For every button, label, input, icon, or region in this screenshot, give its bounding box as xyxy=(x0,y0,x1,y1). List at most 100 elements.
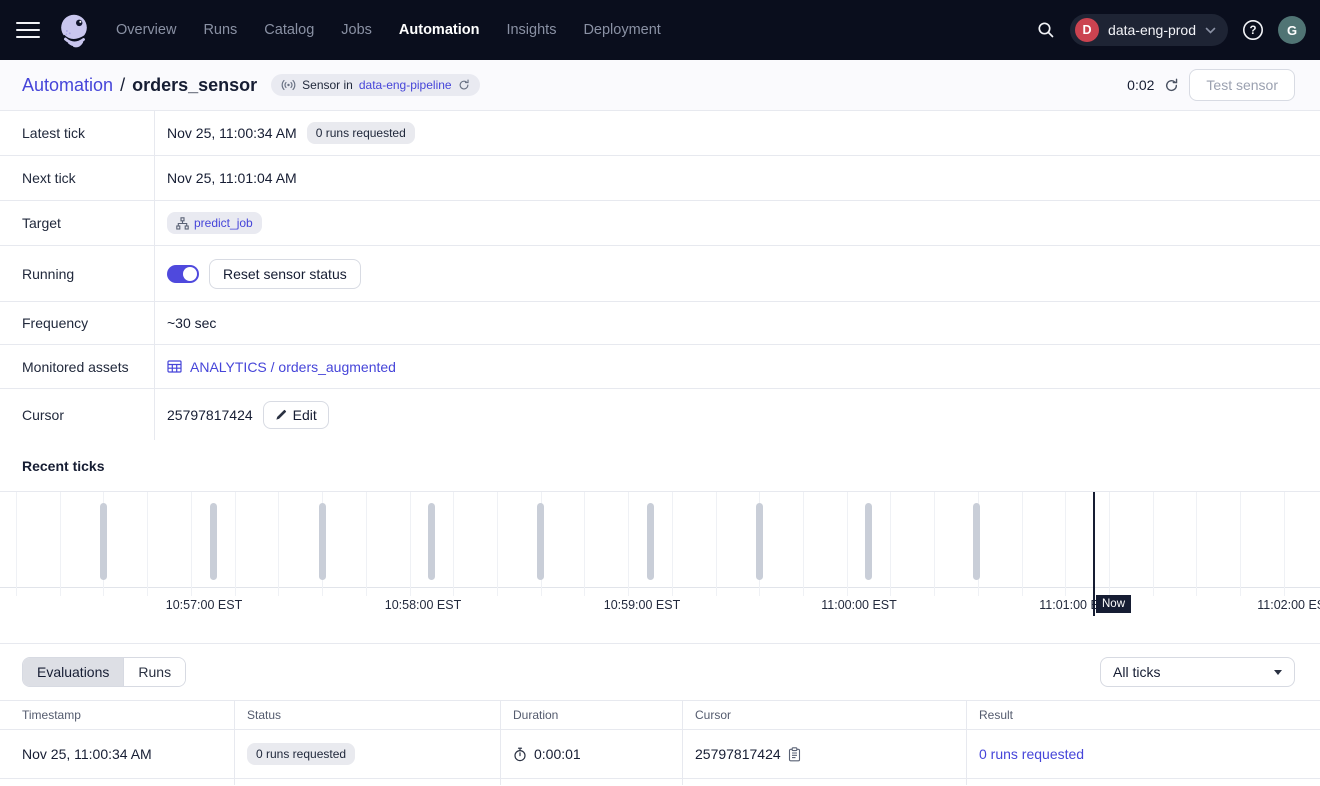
help-icon[interactable]: ? xyxy=(1241,18,1265,42)
now-badge: Now xyxy=(1096,595,1131,613)
recent-ticks-timeline: 10:57:00 EST10:58:00 EST10:59:00 EST11:0… xyxy=(0,492,1320,644)
chart-gridline xyxy=(1153,492,1154,596)
detail-label: Next tick xyxy=(0,156,155,200)
test-sensor-button[interactable]: Test sensor xyxy=(1189,69,1295,101)
detail-label: Running xyxy=(0,246,155,301)
chart-gridline xyxy=(1065,492,1066,596)
nav-item-jobs[interactable]: Jobs xyxy=(341,22,372,38)
chart-gridline xyxy=(847,492,848,596)
nav-item-overview[interactable]: Overview xyxy=(116,22,176,38)
topbar-right: D data-eng-prod ? G xyxy=(1035,14,1306,46)
running-toggle[interactable] xyxy=(167,265,199,283)
recent-ticks-heading: Recent ticks xyxy=(0,440,1320,492)
tick-bar[interactable] xyxy=(756,503,763,580)
edit-cursor-button[interactable]: Edit xyxy=(263,401,329,429)
top-navigation-bar: Overview Runs Catalog Jobs Automation Insight… xyxy=(0,0,1320,60)
column-header-timestamp: Timestamp xyxy=(0,701,234,729)
reset-sensor-status-button[interactable]: Reset sensor status xyxy=(209,259,361,289)
detail-row-latest-tick: Latest tick Nov 25, 11:00:34 AM 0 runs r… xyxy=(0,111,1320,156)
chart-gridline xyxy=(1196,492,1197,596)
tick-bar[interactable] xyxy=(973,503,980,580)
chart-gridline xyxy=(716,492,717,596)
pencil-icon xyxy=(275,409,287,421)
breadcrumb: Automation / orders_sensor xyxy=(22,75,257,96)
stopwatch-icon xyxy=(513,747,527,762)
next-tick-timestamp: Nov 25, 11:01:04 AM xyxy=(167,170,297,186)
evaluations-toolbar: Evaluations Runs All ticks xyxy=(0,644,1320,700)
nav-item-deployment[interactable]: Deployment xyxy=(583,22,660,38)
tick-bar[interactable] xyxy=(428,503,435,580)
chart-gridline xyxy=(235,492,236,596)
reload-location-icon[interactable] xyxy=(458,79,470,91)
chart-gridline xyxy=(584,492,585,596)
tick-bar[interactable] xyxy=(100,503,107,580)
chart-gridline xyxy=(890,492,891,596)
chart-gridline xyxy=(1109,492,1110,596)
workspace-switcher[interactable]: D data-eng-prod xyxy=(1070,14,1228,46)
nav-item-catalog[interactable]: Catalog xyxy=(264,22,314,38)
header-actions: 0:02 Test sensor xyxy=(1127,69,1295,101)
tick-bar[interactable] xyxy=(319,503,326,580)
nav-item-automation[interactable]: Automation xyxy=(399,22,480,38)
chart-gridline xyxy=(934,492,935,596)
detail-row-running: Running Reset sensor status xyxy=(0,246,1320,302)
chart-gridline xyxy=(1240,492,1241,596)
tick-bar[interactable] xyxy=(210,503,217,580)
job-icon xyxy=(176,217,189,230)
tick-timestamp: Nov 25, 11:00:34 AM xyxy=(0,730,234,778)
chart-gridline xyxy=(278,492,279,596)
tick-cursor: 25797817424 xyxy=(695,746,781,762)
refresh-icon[interactable] xyxy=(1164,78,1179,93)
chart-gridline xyxy=(497,492,498,596)
sensor-location-badge: Sensor in data-eng-pipeline xyxy=(271,74,479,96)
tick-result-link[interactable]: 0 runs requested xyxy=(979,746,1084,762)
breadcrumb-separator: / xyxy=(120,75,125,96)
evaluations-table: Timestamp Status Duration Cursor Result … xyxy=(0,700,1320,785)
chart-gridline xyxy=(453,492,454,596)
tick-duration: 0:00:01 xyxy=(534,746,581,762)
chart-gridline xyxy=(1022,492,1023,596)
tick-filter-dropdown[interactable]: All ticks xyxy=(1100,657,1295,687)
target-job-link[interactable]: predict_job xyxy=(194,216,253,230)
code-location-link[interactable]: data-eng-pipeline xyxy=(359,78,452,92)
breadcrumb-automation-link[interactable]: Automation xyxy=(22,75,113,96)
chart-axis-line xyxy=(0,587,1320,588)
detail-label: Frequency xyxy=(0,302,155,344)
chart-axis-label: 11:00:00 EST xyxy=(821,598,897,612)
target-job-pill[interactable]: predict_job xyxy=(167,212,262,234)
caret-down-icon xyxy=(1274,670,1282,675)
dagster-logo-icon[interactable] xyxy=(55,11,93,49)
edit-button-label: Edit xyxy=(293,407,317,423)
column-header-result: Result xyxy=(966,701,1320,729)
hamburger-menu-icon[interactable] xyxy=(16,22,40,39)
tab-runs[interactable]: Runs xyxy=(123,658,185,686)
chart-gridline xyxy=(16,492,17,596)
latest-tick-status-badge: 0 runs requested xyxy=(307,122,415,144)
tick-bar[interactable] xyxy=(537,503,544,580)
tick-bar[interactable] xyxy=(647,503,654,580)
user-avatar[interactable]: G xyxy=(1278,16,1306,44)
asset-key[interactable]: ANALYTICS / orders_augmented xyxy=(190,359,396,375)
tick-bar[interactable] xyxy=(865,503,872,580)
chart-gridline xyxy=(628,492,629,596)
nav-item-runs[interactable]: Runs xyxy=(203,22,237,38)
top-nav: Overview Runs Catalog Jobs Automation Insight… xyxy=(116,22,661,38)
cursor-value: 25797817424 xyxy=(167,407,253,423)
chart-gridline xyxy=(1284,492,1285,596)
monitored-asset-link[interactable]: ANALYTICS / orders_augmented xyxy=(167,359,396,375)
page-header: Automation / orders_sensor Sensor in dat… xyxy=(0,60,1320,111)
now-marker-line xyxy=(1093,492,1095,616)
column-header-status: Status xyxy=(234,701,500,729)
tab-evaluations[interactable]: Evaluations xyxy=(23,658,123,686)
table-header-row: Timestamp Status Duration Cursor Result xyxy=(0,701,1320,730)
chart-gridline xyxy=(366,492,367,596)
workspace-avatar: D xyxy=(1075,18,1099,42)
search-icon[interactable] xyxy=(1035,19,1057,41)
chart-gridline xyxy=(147,492,148,596)
nav-item-insights[interactable]: Insights xyxy=(506,22,556,38)
copy-cursor-icon[interactable] xyxy=(788,747,801,762)
sensor-details: Latest tick Nov 25, 11:00:34 AM 0 runs r… xyxy=(0,111,1320,440)
refresh-countdown: 0:02 xyxy=(1127,77,1154,93)
detail-row-monitored-assets: Monitored assets ANALYTICS / orders_augm… xyxy=(0,345,1320,389)
chart-axis-label: 10:58:00 EST xyxy=(385,598,461,612)
